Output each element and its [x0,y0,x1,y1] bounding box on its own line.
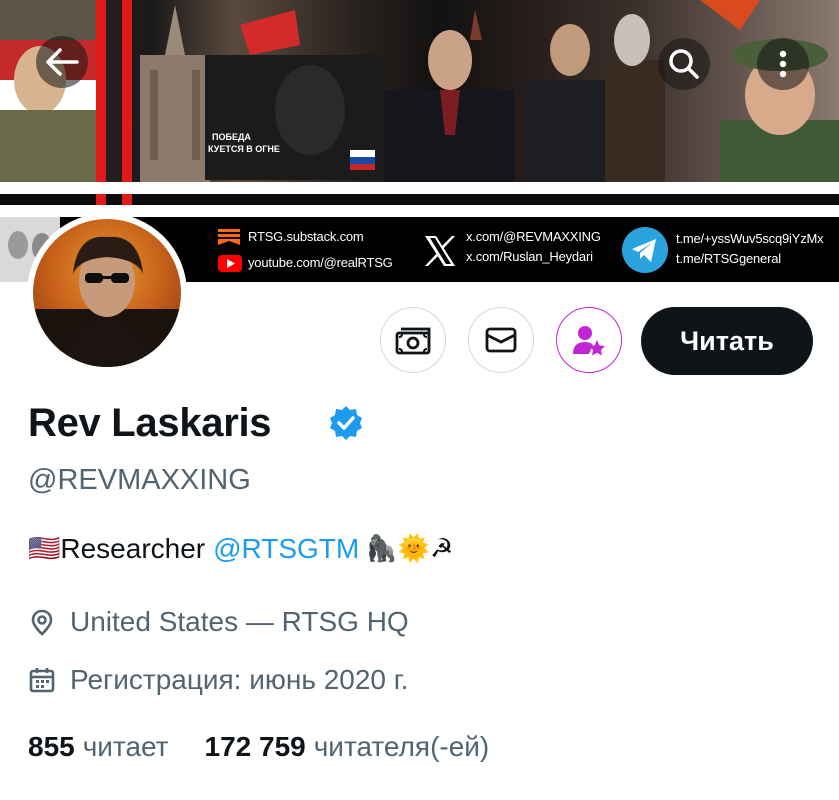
profile-bio: 🇺🇸 Researcher @RTSGTM 🦍🌞☭ [28,533,453,565]
bio-mention-link[interactable]: @RTSGTM [213,533,359,565]
substack-link[interactable]: RTSG.substack.com [248,229,364,245]
location-text: United States — RTSG HQ [70,606,409,637]
profile-handle: @REVMAXXING [28,464,251,496]
avatar-image [33,219,181,367]
us-flag-icon: 🇺🇸 [28,534,61,564]
bio-text: Researcher [60,533,206,564]
tip-button[interactable] [380,307,446,373]
profile-location: United States — RTSG HQ [28,606,409,638]
followers-link[interactable]: 172 759 читателя(-ей) [205,731,490,763]
profile-name: Rev Laskaris [28,401,272,445]
arrow-left-icon [46,48,79,76]
telegram-icon [622,227,668,273]
following-count: 855 [28,731,75,762]
verified-badge-icon[interactable] [327,404,365,447]
location-pin-icon [28,608,56,636]
profile-avatar[interactable] [27,213,187,373]
following-link[interactable]: 855 читает [28,731,169,763]
substack-icon [218,229,240,245]
banner-red-stripe [96,0,106,210]
back-button[interactable] [36,36,88,88]
banner-red-stripe [122,0,132,210]
search-button[interactable] [658,38,710,90]
more-options-button[interactable] [757,38,809,90]
youtube-link[interactable]: youtube.com/@realRTSG [248,255,393,271]
more-vertical-icon [779,50,787,78]
join-date-text: Регистрация: июнь 2020 г. [70,664,409,695]
money-icon [395,327,431,355]
following-label: читает [82,731,169,762]
banner-white-stripe [0,182,839,194]
search-icon [669,49,699,79]
svg-text:КУЕТСЯ В ОГНЕ: КУЕТСЯ В ОГНЕ [208,144,280,154]
x-logo-icon [422,233,458,269]
telegram-link-primary[interactable]: t.me/+yssWuv5scq9iYzMx [676,231,824,247]
follow-button[interactable]: Читать [641,307,813,375]
user-star-icon [573,326,605,356]
calendar-icon [28,666,56,694]
profile-stats: 855 читает 172 759 читателя(-ей) [28,731,489,763]
message-button[interactable] [468,307,534,373]
youtube-icon [218,255,242,272]
telegram-link-secondary[interactable]: t.me/RTSGgeneral [676,251,781,267]
bio-emojis: 🦍🌞☭ [365,534,454,564]
envelope-icon [485,327,517,353]
followers-count: 172 759 [204,731,306,762]
profile-join-date: Регистрация: июнь 2020 г. [28,664,408,696]
x-link-primary[interactable]: x.com/@REVMAXXING [466,229,601,245]
subscribe-button[interactable] [556,307,622,373]
billboard-caption: ПОБЕДА [212,132,251,142]
followers-label: читателя(-ей) [313,731,490,762]
x-link-secondary[interactable]: x.com/Ruslan_Heydari [466,249,593,265]
